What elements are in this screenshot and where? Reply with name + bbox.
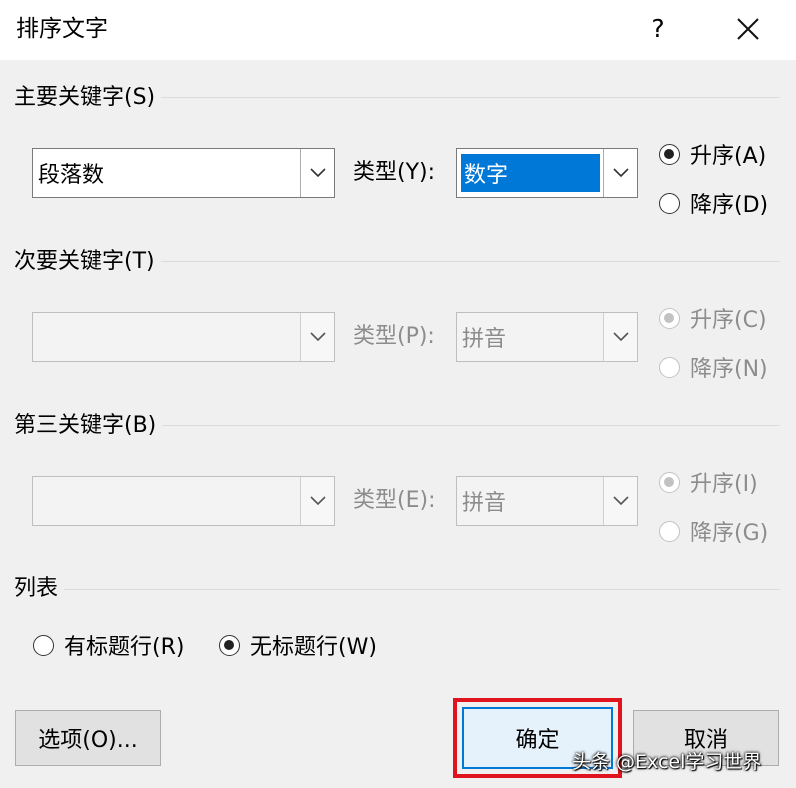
secondary-key-combo[interactable] [32,312,335,362]
tertiary-ascending-radio[interactable]: 升序(I) [659,467,758,497]
primary-key-combo[interactable]: 段落数 [32,148,335,198]
chevron-down-icon[interactable] [603,313,637,361]
tertiary-key-value [38,477,294,525]
no-header-row-label: 无标题行(W) [250,635,377,660]
primary-type-combo[interactable]: 数字 [456,148,638,198]
group-divider [20,589,780,590]
tertiary-ascending-label: 升序(I) [690,472,758,497]
primary-key-value: 段落数 [38,163,105,188]
dialog-title: 排序文字 [16,16,108,42]
no-header-row-radio[interactable]: 无标题行(W) [219,630,377,660]
primary-key-group-title: 主要关键字(S) [14,83,162,113]
secondary-type-combo[interactable]: 拼音 [456,312,638,362]
radio-circle-icon [659,307,680,329]
close-icon[interactable] [735,15,761,43]
primary-type-value: 数字 [461,154,600,192]
radio-circle-icon [659,192,680,214]
tertiary-descending-radio[interactable]: 降序(G) [659,516,768,546]
radio-circle-icon [659,520,680,542]
header-row-label: 有标题行(R) [64,635,185,660]
help-icon[interactable]: ? [645,12,671,46]
chevron-down-icon[interactable] [603,149,637,197]
primary-ascending-label: 升序(A) [690,144,767,169]
list-group-title: 列表 [14,574,65,604]
secondary-ascending-label: 升序(C) [690,308,767,333]
radio-circle-icon [33,634,54,656]
tertiary-descending-label: 降序(G) [690,521,769,546]
radio-circle-icon [659,356,680,378]
title-bar: 排序文字 ? [0,0,796,60]
watermark-text: 头条 @Excel学习世界 [572,751,762,773]
primary-descending-radio[interactable]: 降序(D) [659,188,768,218]
radio-circle-icon [659,143,680,165]
secondary-key-value [38,313,294,361]
tertiary-key-combo[interactable] [32,476,335,526]
tertiary-type-label: 类型(E): [353,488,436,513]
radio-circle-icon [659,471,680,493]
secondary-type-label: 类型(P): [353,324,435,349]
secondary-key-group-title: 次要关键字(T) [14,247,161,277]
tertiary-type-value: 拼音 [462,491,507,516]
header-row-radio[interactable]: 有标题行(R) [33,630,184,660]
radio-circle-icon [219,634,240,656]
secondary-ascending-radio[interactable]: 升序(C) [659,303,767,333]
secondary-descending-radio[interactable]: 降序(N) [659,352,768,382]
primary-descending-label: 降序(D) [690,193,769,218]
chevron-down-icon[interactable] [300,149,334,197]
secondary-descending-label: 降序(N) [690,357,768,382]
options-button[interactable]: 选项(O)... [15,710,161,766]
chevron-down-icon[interactable] [300,477,334,525]
tertiary-key-group-title: 第三关键字(B) [14,411,163,441]
chevron-down-icon[interactable] [603,477,637,525]
chevron-down-icon[interactable] [300,313,334,361]
primary-ascending-radio[interactable]: 升序(A) [659,139,766,169]
tertiary-type-combo[interactable]: 拼音 [456,476,638,526]
primary-type-label: 类型(Y): [353,160,436,185]
secondary-type-value: 拼音 [462,327,507,352]
